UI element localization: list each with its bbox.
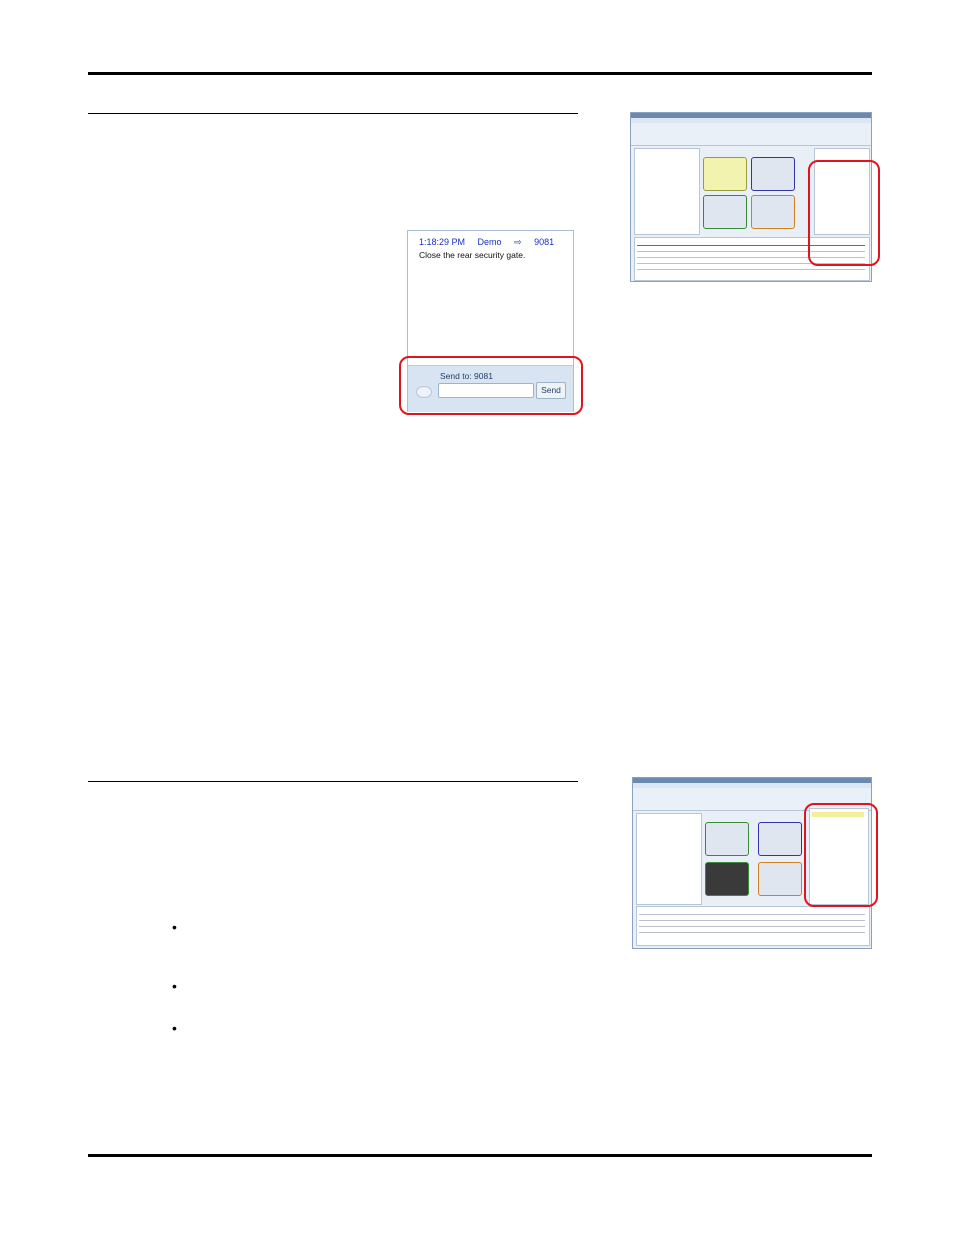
bullet-3: • — [172, 1020, 177, 1036]
patch-panel — [705, 862, 749, 896]
ribbon — [631, 123, 871, 146]
highlight-box-panel-1 — [808, 160, 880, 266]
message-header: 1:18:29 PM Demo ⇨ 9081 — [419, 237, 564, 248]
highlight-box-panel-2 — [804, 803, 878, 907]
patch-panel — [758, 862, 802, 896]
section-rule-1 — [88, 113, 578, 114]
section-rule-2 — [88, 781, 578, 782]
footer-rule — [88, 1154, 872, 1157]
arrow-icon: ⇨ — [514, 237, 522, 247]
patch-panel — [703, 195, 747, 229]
message-to: 9081 — [534, 237, 555, 247]
left-panel — [636, 813, 702, 905]
bullet-2: • — [172, 978, 177, 994]
highlight-box-send — [399, 356, 583, 415]
message-time: 1:18:29 PM — [419, 237, 466, 247]
bullet-1: • — [172, 919, 177, 935]
message-from: Demo — [477, 237, 502, 247]
left-panel — [634, 148, 700, 235]
header-rule — [88, 72, 872, 75]
patch-panel — [705, 822, 749, 856]
patch-panel — [703, 157, 747, 191]
message-text: Close the rear security gate. — [419, 250, 526, 260]
patch-panel — [751, 157, 795, 191]
patch-panel — [751, 195, 795, 229]
patch-panel — [758, 822, 802, 856]
